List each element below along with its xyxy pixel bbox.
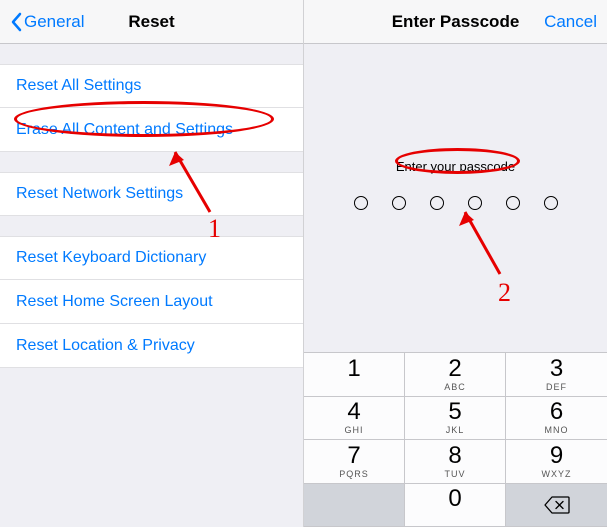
key-letters: MNO bbox=[545, 425, 569, 435]
list-item-label: Erase All Content and Settings bbox=[16, 121, 233, 139]
back-button[interactable]: General bbox=[10, 12, 84, 32]
key-5[interactable]: 5 JKL bbox=[405, 397, 506, 441]
passcode-dot bbox=[354, 196, 368, 210]
settings-group-3: Reset Keyboard Dictionary Reset Home Scr… bbox=[0, 236, 303, 368]
key-1[interactable]: 1 bbox=[304, 353, 405, 397]
passcode-dot bbox=[430, 196, 444, 210]
key-digit: 1 bbox=[347, 357, 360, 381]
page-title-right: Enter Passcode bbox=[392, 12, 520, 32]
key-letters: JKL bbox=[446, 425, 465, 435]
reset-keyboard-dict[interactable]: Reset Keyboard Dictionary bbox=[0, 236, 303, 280]
cancel-button[interactable]: Cancel bbox=[544, 12, 597, 32]
passcode-dot bbox=[468, 196, 482, 210]
settings-group-2: Reset Network Settings bbox=[0, 172, 303, 216]
settings-pane: General Reset Reset All Settings Erase A… bbox=[0, 0, 304, 527]
key-digit: 0 bbox=[448, 487, 461, 511]
key-digit: 5 bbox=[448, 400, 461, 424]
passcode-pane: Enter Passcode Cancel Enter your passcod… bbox=[304, 0, 607, 527]
backspace-icon bbox=[544, 496, 570, 514]
key-digit: 2 bbox=[448, 357, 461, 381]
key-8[interactable]: 8 TUV bbox=[405, 440, 506, 484]
key-digit: 4 bbox=[347, 400, 360, 424]
key-blank bbox=[304, 484, 405, 527]
key-4[interactable]: 4 GHI bbox=[304, 397, 405, 441]
reset-all-settings[interactable]: Reset All Settings bbox=[0, 64, 303, 108]
key-digit: 8 bbox=[448, 444, 461, 468]
key-letters: GHI bbox=[344, 425, 363, 435]
key-letters: WXYZ bbox=[542, 469, 572, 479]
key-9[interactable]: 9 WXYZ bbox=[506, 440, 607, 484]
key-digit: 6 bbox=[550, 400, 563, 424]
list-item-label: Reset Home Screen Layout bbox=[16, 293, 213, 311]
key-digit: 3 bbox=[550, 357, 563, 381]
list-item-label: Reset Keyboard Dictionary bbox=[16, 249, 206, 267]
key-2[interactable]: 2 ABC bbox=[405, 353, 506, 397]
key-digit: 7 bbox=[347, 444, 360, 468]
navbar-left: General Reset bbox=[0, 0, 303, 44]
navbar-right: Enter Passcode Cancel bbox=[304, 0, 607, 44]
key-letters: PQRS bbox=[339, 469, 369, 479]
passcode-dot bbox=[506, 196, 520, 210]
passcode-prompt: Enter your passcode bbox=[396, 159, 515, 174]
list-item-label: Reset All Settings bbox=[16, 77, 141, 95]
key-3[interactable]: 3 DEF bbox=[506, 353, 607, 397]
reset-location-privacy[interactable]: Reset Location & Privacy bbox=[0, 324, 303, 368]
key-0[interactable]: 0 bbox=[405, 484, 506, 527]
key-6[interactable]: 6 MNO bbox=[506, 397, 607, 441]
passcode-dots bbox=[354, 196, 558, 210]
key-letters: DEF bbox=[546, 382, 567, 392]
page-title-left: Reset bbox=[128, 12, 174, 32]
key-7[interactable]: 7 PQRS bbox=[304, 440, 405, 484]
passcode-dot bbox=[544, 196, 558, 210]
key-backspace[interactable] bbox=[506, 484, 607, 527]
chevron-left-icon bbox=[10, 12, 22, 32]
numeric-keypad: 1 2 ABC 3 DEF 4 GHI 5 JKL 6 MNO bbox=[304, 352, 607, 527]
list-item-label: Reset Location & Privacy bbox=[16, 337, 195, 355]
passcode-dot bbox=[392, 196, 406, 210]
settings-group-1: Reset All Settings Erase All Content and… bbox=[0, 64, 303, 152]
back-label: General bbox=[24, 12, 84, 32]
reset-home-layout[interactable]: Reset Home Screen Layout bbox=[0, 280, 303, 324]
key-letters: TUV bbox=[445, 469, 466, 479]
list-item-label: Reset Network Settings bbox=[16, 185, 183, 203]
reset-network-settings[interactable]: Reset Network Settings bbox=[0, 172, 303, 216]
erase-all-content[interactable]: Erase All Content and Settings bbox=[0, 108, 303, 152]
key-letters: ABC bbox=[444, 382, 466, 392]
key-digit: 9 bbox=[550, 444, 563, 468]
